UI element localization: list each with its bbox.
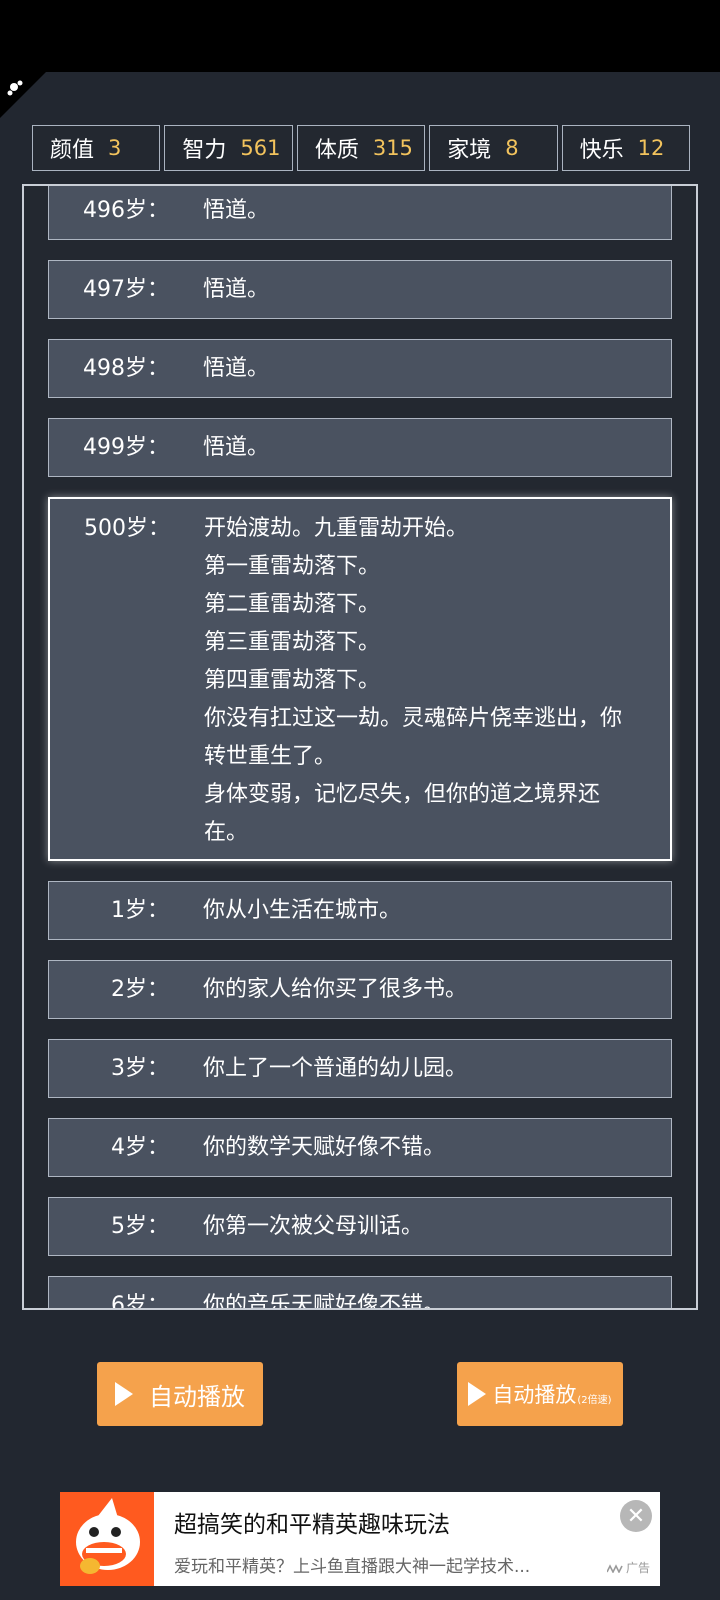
play-icon	[115, 1382, 133, 1406]
auto-play-fast-button[interactable]: 自动播放 (2倍速)	[457, 1362, 623, 1426]
event-line: 你没有扛过这一劫。灵魂碎片侥幸逃出，你转世重生了。	[204, 706, 623, 769]
status-bar	[0, 0, 720, 72]
event-text: 你上了一个普通的幼儿园。	[203, 1055, 468, 1081]
ad-content: 超搞笑的和平精英趣味玩法 爱玩和平精英？上斗鱼直播跟大神一起学技术... ✕ 广…	[154, 1492, 660, 1586]
list-item: 497岁： 悟道。	[48, 260, 672, 319]
stat-appearance: 颜值 3	[32, 125, 161, 171]
auto-play-fast-label: 自动播放	[492, 1383, 577, 1407]
stat-value: 8	[505, 136, 519, 160]
event-text: 悟道。	[203, 434, 270, 460]
life-log-panel[interactable]: 496岁： 悟道。 497岁： 悟道。 498岁： 悟道。 499岁： 悟道。 …	[22, 184, 698, 1310]
event-age: 3岁：	[111, 1055, 169, 1081]
list-item: 5岁： 你第一次被父母训话。	[48, 1197, 672, 1256]
list-item: 2岁： 你的家人给你买了很多书。	[48, 960, 672, 1019]
event-age: 1岁：	[111, 897, 169, 923]
event-text: 你的数学天赋好像不错。	[203, 1134, 446, 1160]
event-line: 开始渡劫。九重雷劫开始。	[204, 516, 469, 541]
play-icon	[468, 1382, 487, 1406]
ad-tag-label: 广告	[625, 1561, 650, 1575]
stat-physique: 体质 315	[296, 125, 426, 171]
event-age: 496岁：	[83, 197, 169, 223]
event-age: 498岁：	[83, 355, 169, 381]
list-item: 3岁： 你上了一个普通的幼儿园。	[48, 1039, 672, 1098]
event-text: 悟道。	[203, 355, 270, 381]
event-line: 第一重雷劫落下。	[204, 554, 381, 579]
event-text: 你从小生活在城市。	[203, 897, 402, 923]
life-log-list: 496岁： 悟道。 497岁： 悟道。 498岁： 悟道。 499岁： 悟道。 …	[48, 186, 672, 1310]
ad-network-icon	[606, 1563, 623, 1573]
auto-play-button[interactable]: 自动播放	[97, 1362, 263, 1426]
ad-description: 爱玩和平精英？上斗鱼直播跟大神一起学技术...	[174, 1557, 531, 1577]
event-age: 5岁：	[111, 1213, 169, 1239]
app-corner-icon	[0, 72, 46, 118]
event-line: 身体变弱，记忆尽失，但你的道之境界还在。	[204, 782, 601, 845]
ad-tag: 广告	[606, 1559, 650, 1576]
event-age: 4岁：	[111, 1134, 169, 1160]
event-line: 第二重雷劫落下。	[204, 592, 381, 617]
stat-label: 颜值	[50, 138, 95, 163]
list-item: 499岁： 悟道。	[48, 418, 672, 477]
list-item: 496岁： 悟道。	[48, 186, 672, 240]
stat-value: 12	[637, 136, 665, 160]
stat-label: 智力	[182, 138, 227, 163]
event-age: 6岁：	[111, 1292, 169, 1310]
attribute-bar: 颜值 3 智力 561 体质 315 家境 8 快乐 12	[32, 125, 691, 171]
list-item: 6岁： 你的音乐天赋好像不错。	[48, 1276, 672, 1310]
stat-value: 561	[240, 136, 281, 160]
event-text: 开始渡劫。九重雷劫开始。 第一重雷劫落下。 第二重雷劫落下。 第三重雷劫落下。 …	[204, 510, 670, 852]
event-text: 你的音乐天赋好像不错。	[203, 1292, 446, 1310]
shark-mascot-icon	[60, 1492, 154, 1586]
list-item: 1岁： 你从小生活在城市。	[48, 881, 672, 940]
event-text: 你第一次被父母训话。	[203, 1213, 424, 1239]
event-age: 2岁：	[111, 976, 169, 1002]
stat-label: 快乐	[579, 138, 624, 163]
ad-banner[interactable]: 超搞笑的和平精英趣味玩法 爱玩和平精英？上斗鱼直播跟大神一起学技术... ✕ 广…	[60, 1492, 660, 1586]
event-line: 第三重雷劫落下。	[204, 630, 381, 655]
list-item-highlighted: 500岁： 开始渡劫。九重雷劫开始。 第一重雷劫落下。 第二重雷劫落下。 第三重…	[48, 497, 672, 861]
event-text: 悟道。	[203, 197, 270, 223]
auto-play-label: 自动播放	[149, 1382, 245, 1411]
stat-intelligence: 智力 561	[164, 125, 293, 171]
event-text: 悟道。	[203, 276, 270, 302]
stat-family: 家境 8	[429, 125, 558, 171]
event-line: 第四重雷劫落下。	[204, 668, 381, 693]
speed-label: (2倍速)	[577, 1394, 612, 1406]
list-item: 4岁： 你的数学天赋好像不错。	[48, 1118, 672, 1177]
stat-label: 体质	[314, 138, 359, 163]
list-item: 498岁： 悟道。	[48, 339, 672, 398]
stat-label: 家境	[447, 138, 492, 163]
event-age: 500岁：	[84, 516, 170, 541]
stat-value: 3	[108, 136, 122, 160]
event-text: 你的家人给你买了很多书。	[203, 976, 468, 1002]
close-icon[interactable]: ✕	[620, 1500, 652, 1532]
ad-title: 超搞笑的和平精英趣味玩法	[174, 1512, 450, 1538]
stat-happiness: 快乐 12	[561, 125, 691, 171]
event-age: 497岁：	[83, 276, 169, 302]
stat-value: 315	[372, 136, 413, 160]
event-age: 499岁：	[83, 434, 169, 460]
